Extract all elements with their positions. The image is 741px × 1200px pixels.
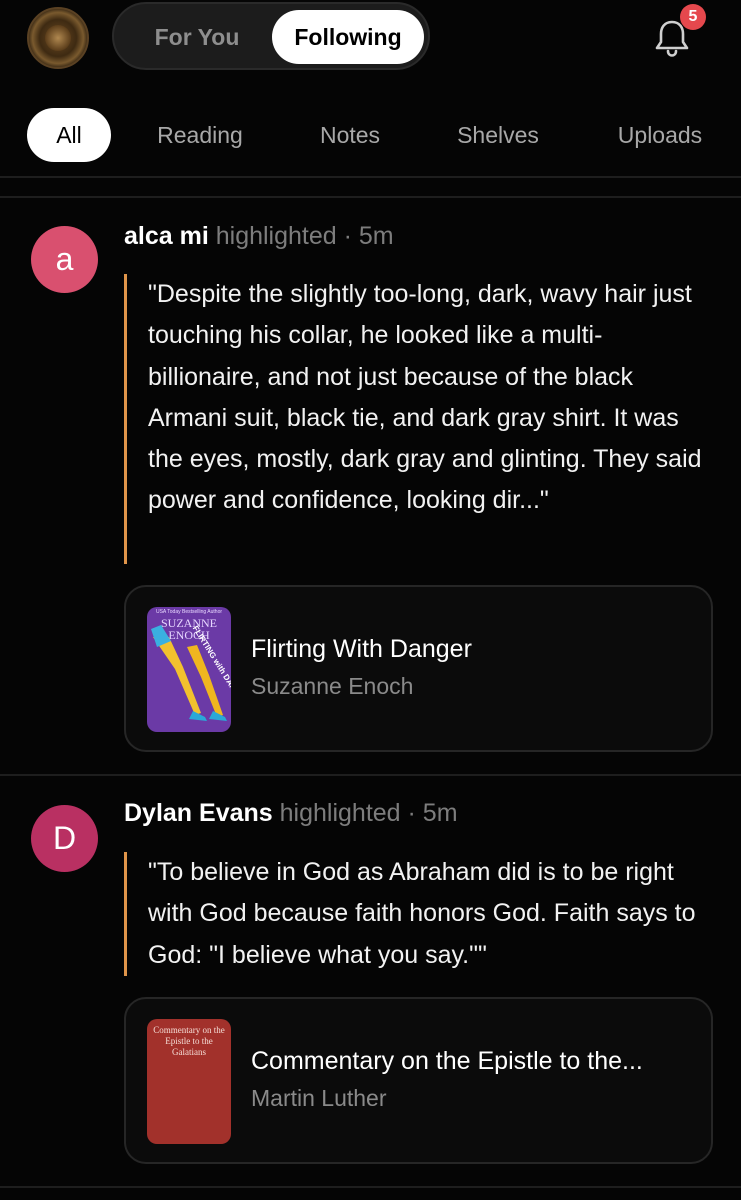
avatar[interactable]: a — [31, 226, 98, 293]
tab-following[interactable]: Following — [272, 10, 424, 64]
feed-item: a alca mi highlighted · 5m "Despite the … — [0, 198, 741, 774]
book-title[interactable]: Flirting With Danger — [251, 635, 472, 664]
book-cover: USA Today Bestselling Author SUZANNE ENO… — [147, 607, 231, 732]
feed-item: D Dylan Evans highlighted · 5m "To belie… — [0, 776, 741, 1200]
filter-tabs: All Reading Notes Shelves Uploads — [0, 104, 741, 166]
feed-item-header: alca mi highlighted · 5m — [124, 222, 394, 251]
book-author[interactable]: Suzanne Enoch — [251, 673, 413, 700]
username[interactable]: Dylan Evans — [124, 799, 273, 827]
cover-text: Commentary on the Epistle to the Galatia… — [153, 1025, 225, 1057]
avatar[interactable]: D — [31, 805, 98, 872]
profile-avatar-emblem — [45, 25, 71, 51]
divider — [0, 1186, 741, 1188]
feed-item-header: Dylan Evans highlighted · 5m — [124, 799, 458, 828]
activity-meta: highlighted · 5m — [279, 799, 458, 827]
highlight-quote[interactable]: "To believe in God as Abraham did is to … — [124, 852, 714, 976]
notification-badge: 5 — [680, 4, 706, 30]
filter-shelves[interactable]: Shelves — [440, 108, 556, 162]
book-author[interactable]: Martin Luther — [251, 1085, 387, 1112]
username[interactable]: alca mi — [124, 222, 209, 250]
book-card[interactable]: USA Today Bestselling Author SUZANNE ENO… — [124, 585, 713, 752]
book-cover: Commentary on the Epistle to the Galatia… — [147, 1019, 231, 1144]
feed-switcher: For You Following — [112, 2, 430, 70]
profile-avatar[interactable] — [27, 7, 89, 69]
highlight-quote[interactable]: "Despite the slightly too-long, dark, wa… — [124, 274, 714, 564]
activity-meta: highlighted · 5m — [215, 222, 394, 250]
top-header: For You Following 5 — [0, 0, 741, 90]
filter-all[interactable]: All — [27, 108, 111, 162]
filter-notes[interactable]: Notes — [300, 108, 400, 162]
filter-uploads[interactable]: Uploads — [600, 108, 720, 162]
tab-for-you[interactable]: For You — [122, 10, 272, 64]
book-card[interactable]: Commentary on the Epistle to the Galatia… — [124, 997, 713, 1164]
divider — [0, 176, 741, 178]
app-root: For You Following 5 All Reading Notes Sh… — [0, 0, 741, 1200]
filter-reading[interactable]: Reading — [140, 108, 260, 162]
book-title[interactable]: Commentary on the Epistle to the... — [251, 1047, 643, 1076]
